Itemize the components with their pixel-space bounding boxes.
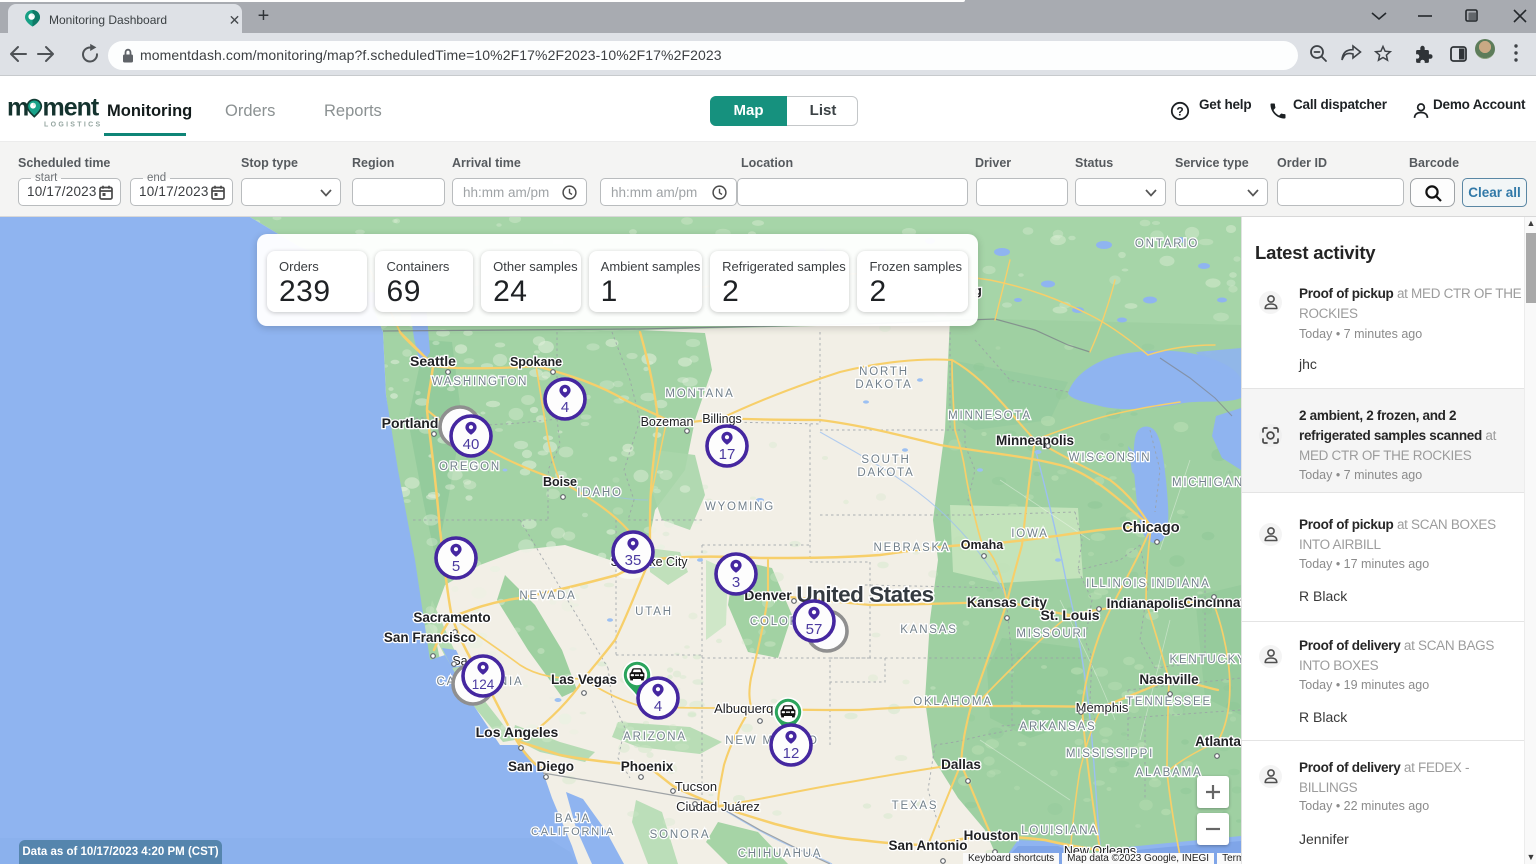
svg-text:IOWA: IOWA <box>1011 528 1048 540</box>
svg-text:San Diego: San Diego <box>508 759 574 774</box>
svg-text:Boise: Boise <box>543 475 577 489</box>
svg-text:MINNESOTA: MINNESOTA <box>948 410 1032 422</box>
svg-text:LOUISIANA: LOUISIANA <box>1021 825 1099 837</box>
svg-text:Chicago: Chicago <box>1122 520 1179 536</box>
svg-text:Dallas: Dallas <box>941 757 981 772</box>
svg-text:Kansas City: Kansas City <box>967 594 1047 610</box>
svg-text:WISCONSIN: WISCONSIN <box>1069 452 1152 464</box>
svg-text:17: 17 <box>719 446 736 463</box>
svg-text:OREGON: OREGON <box>439 461 501 473</box>
svg-text:DAKOTA: DAKOTA <box>855 379 912 391</box>
svg-text:NORTH: NORTH <box>859 366 909 378</box>
svg-text:St. Louis: St. Louis <box>1040 607 1099 623</box>
svg-text:Sacramento: Sacramento <box>413 610 490 625</box>
svg-text:ment: ment <box>43 95 100 122</box>
svg-text:KANSAS: KANSAS <box>900 624 957 636</box>
svg-text:35: 35 <box>625 552 642 569</box>
svg-text:INDIANA: INDIANA <box>1151 578 1210 590</box>
svg-text:KENTUCKY: KENTUCKY <box>1169 654 1241 666</box>
svg-text:ARKANSAS: ARKANSAS <box>1019 721 1096 733</box>
svg-text:SONORA: SONORA <box>650 829 711 841</box>
svg-text:Atlanta: Atlanta <box>1195 734 1241 749</box>
svg-text:124: 124 <box>472 677 495 692</box>
svg-text:MICHIGAN: MICHIGAN <box>1172 477 1241 489</box>
svg-text:Ciudad Juárez: Ciudad Juárez <box>676 799 760 814</box>
svg-text:ALABAMA: ALABAMA <box>1136 767 1203 779</box>
svg-text:Las Vegas: Las Vegas <box>551 672 617 687</box>
svg-text:OKLAHOMA: OKLAHOMA <box>913 696 993 708</box>
svg-text:12: 12 <box>783 745 800 762</box>
svg-text:CALIFORNIA: CALIFORNIA <box>531 826 615 838</box>
svg-text:CHIHUAHUA: CHIHUAHUA <box>738 848 823 860</box>
svg-text:Phoenix: Phoenix <box>621 759 674 774</box>
svg-text:TENNESSEE: TENNESSEE <box>1126 696 1212 708</box>
svg-text:Nashville: Nashville <box>1139 672 1199 687</box>
svg-text:m: m <box>7 95 28 122</box>
svg-text:Los Angeles: Los Angeles <box>476 724 559 740</box>
svg-text:MISSOURI: MISSOURI <box>1016 628 1087 640</box>
svg-text:5: 5 <box>452 558 460 575</box>
svg-text:ONTARIO: ONTARIO <box>1135 238 1199 250</box>
svg-text:Houston: Houston <box>964 828 1019 843</box>
svg-text:57: 57 <box>806 621 823 638</box>
svg-text:Bozeman: Bozeman <box>641 415 694 429</box>
svg-text:San Antonio: San Antonio <box>889 838 968 853</box>
svg-text:Indianapolis: Indianapolis <box>1107 596 1186 611</box>
svg-text:NEBRASKA: NEBRASKA <box>873 542 950 554</box>
svg-text:3: 3 <box>732 574 740 591</box>
svg-text:Seattle: Seattle <box>410 353 456 369</box>
svg-text:4: 4 <box>561 399 569 416</box>
svg-text:MISSISSIPPI: MISSISSIPPI <box>1066 748 1154 760</box>
svg-text:40: 40 <box>463 436 480 453</box>
svg-text:Portland: Portland <box>382 415 439 431</box>
svg-text:Omaha: Omaha <box>961 538 1004 552</box>
svg-text:DAKOTA: DAKOTA <box>857 467 914 479</box>
svg-text:ARIZONA: ARIZONA <box>623 731 687 743</box>
svg-text:Minneapolis: Minneapolis <box>996 433 1074 448</box>
svg-text:ILLINOIS: ILLINOIS <box>1086 578 1148 590</box>
svg-text:NEVADA: NEVADA <box>519 590 576 602</box>
svg-text:WYOMING: WYOMING <box>705 501 775 513</box>
svg-text:Billings: Billings <box>702 412 742 426</box>
svg-text:MONTANA: MONTANA <box>665 388 734 400</box>
svg-text:San Francisco: San Francisco <box>384 630 476 645</box>
svg-text:Denver: Denver <box>744 587 792 603</box>
svg-text:Spokane: Spokane <box>510 355 562 369</box>
svg-text:Tucson: Tucson <box>675 779 717 794</box>
svg-text:SOUTH: SOUTH <box>861 454 910 466</box>
svg-text:BAJA: BAJA <box>555 813 591 825</box>
svg-text:IDAHO: IDAHO <box>577 487 622 499</box>
svg-text:4: 4 <box>654 698 662 715</box>
svg-text:LOGISTICS: LOGISTICS <box>44 122 102 129</box>
svg-text:WASHINGTON: WASHINGTON <box>432 376 529 388</box>
svg-text:?: ? <box>1176 105 1183 119</box>
svg-text:TEXAS: TEXAS <box>892 800 939 812</box>
svg-text:UTAH: UTAH <box>635 606 673 618</box>
